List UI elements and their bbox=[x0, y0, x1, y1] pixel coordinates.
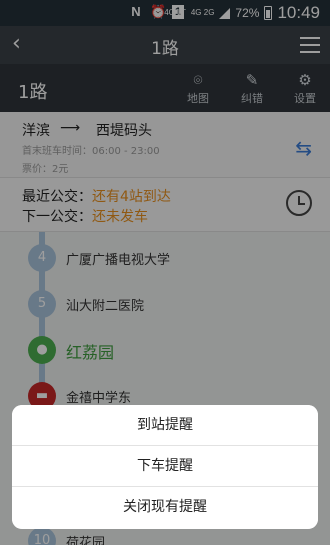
arrival-reminder-button[interactable]: 到站提醒 bbox=[12, 405, 318, 446]
close-reminders-button[interactable]: 关闭现有提醒 bbox=[12, 487, 318, 528]
reminder-action-sheet: 到站提醒 下车提醒 关闭现有提醒 bbox=[12, 405, 318, 529]
alight-reminder-button[interactable]: 下车提醒 bbox=[12, 446, 318, 487]
